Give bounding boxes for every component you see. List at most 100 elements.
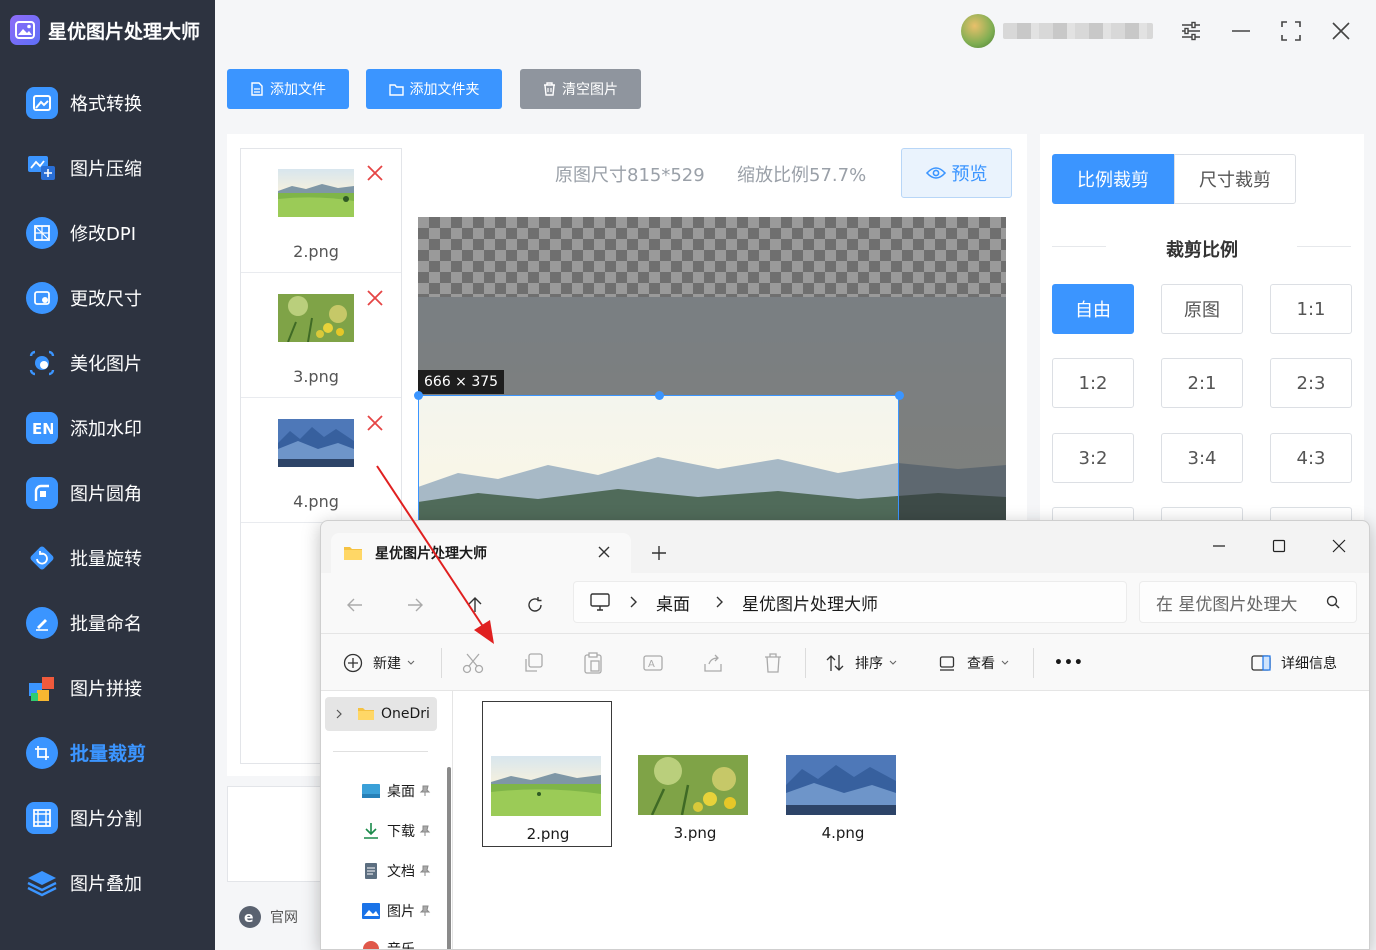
explorer-file-item[interactable]: 2.png [482, 701, 612, 847]
clear-images-button[interactable]: 清空图片 [520, 69, 641, 109]
ratio-1-1-button[interactable]: 1:1 [1270, 284, 1352, 334]
sidebar-item-watermark[interactable]: EN 添加水印 [0, 395, 215, 460]
close-icon[interactable] [1328, 18, 1354, 44]
sidebar-item-rename[interactable]: 批量命名 [0, 590, 215, 655]
tree-item-desktop[interactable]: 桌面 [361, 779, 431, 803]
refresh-icon[interactable] [521, 591, 549, 619]
scrollbar[interactable] [447, 767, 451, 949]
ratio-4-3-button[interactable]: 4:3 [1270, 433, 1352, 483]
clear-images-label: 清空图片 [562, 82, 618, 98]
sidebar-item-layers[interactable]: 图片叠加 [0, 850, 215, 915]
thumbnail-image [491, 756, 601, 816]
sidebar-item-format-convert[interactable]: 格式转换 [0, 70, 215, 135]
search-placeholder: 在 星优图片处理大 [1156, 594, 1298, 615]
breadcrumb-folder[interactable]: 星优图片处理大师 [742, 590, 878, 615]
sidebar-item-beautify[interactable]: 美化图片 [0, 330, 215, 395]
ratio-2-3-button[interactable]: 2:3 [1270, 358, 1352, 408]
address-bar[interactable]: 桌面 星优图片处理大师 [573, 581, 1127, 623]
tree-item-music[interactable]: 音乐 [361, 937, 415, 949]
sidebar-item-label: 图片分割 [70, 808, 142, 830]
delete-file-icon[interactable] [365, 163, 385, 183]
divider [805, 648, 806, 678]
delete-file-icon[interactable] [365, 288, 385, 308]
minimize-icon[interactable] [1228, 18, 1254, 44]
breadcrumb-desktop[interactable]: 桌面 [656, 590, 690, 615]
paste-icon[interactable] [582, 650, 604, 676]
tab-ratio-crop[interactable]: 比例裁剪 [1052, 154, 1174, 204]
file-list-item[interactable]: 4.png [241, 399, 401, 523]
delete-icon[interactable] [762, 650, 784, 676]
explorer-file-item[interactable]: 4.png [778, 701, 908, 847]
ratio-1-2-button[interactable]: 1:2 [1052, 358, 1134, 408]
ratio-2-1-button[interactable]: 2:1 [1161, 358, 1243, 408]
new-tab-icon[interactable] [651, 545, 667, 561]
tree-item-documents[interactable]: 文档 [361, 859, 431, 883]
sidebar-item-dpi[interactable]: 修改DPI [0, 200, 215, 265]
pictures-icon [361, 902, 381, 920]
pin-icon [419, 865, 431, 877]
tree-item-pictures[interactable]: 图片 [361, 899, 431, 923]
delete-file-icon[interactable] [365, 413, 385, 433]
ratio-3-2-button[interactable]: 3:2 [1052, 433, 1134, 483]
more-options-button[interactable]: ••• [1054, 650, 1084, 676]
sidebar-item-label: 批量裁剪 [70, 743, 147, 765]
sidebar-item-puzzle[interactable]: 图片拼接 [0, 655, 215, 720]
sidebar-item-compress[interactable]: 图片压缩 [0, 135, 215, 200]
divider [441, 648, 442, 678]
sidebar-item-round-corner[interactable]: 图片圆角 [0, 460, 215, 525]
add-folder-button[interactable]: 添加文件夹 [366, 69, 502, 109]
file-icon [250, 82, 264, 96]
forward-arrow-icon[interactable] [401, 591, 429, 619]
explorer-tab[interactable]: 星优图片处理大师 [331, 533, 631, 573]
user-account[interactable] [961, 14, 1153, 48]
eye-icon [925, 166, 946, 180]
details-button[interactable]: 详细信息 [1251, 650, 1337, 676]
sort-button[interactable]: 排序 [825, 650, 897, 676]
back-arrow-icon[interactable] [341, 591, 369, 619]
sidebar-item-split[interactable]: 图片分割 [0, 785, 215, 850]
copy-icon[interactable] [522, 650, 544, 676]
brand: 星优图片处理大师 [10, 12, 200, 48]
tree-item-downloads[interactable]: 下载 [361, 819, 431, 843]
crop-selection-box[interactable] [414, 391, 904, 523]
tab-size-crop[interactable]: 尺寸裁剪 [1174, 154, 1296, 204]
split-icon [26, 801, 58, 834]
crop-handle-top-right[interactable] [895, 391, 904, 400]
ratio-3-4-button[interactable]: 3:4 [1161, 433, 1243, 483]
official-site-link[interactable]: e 官网 [238, 905, 298, 929]
sidebar-item-rotate[interactable]: 批量旋转 [0, 525, 215, 590]
add-file-button[interactable]: 添加文件 [227, 69, 349, 109]
new-button[interactable]: 新建 [343, 650, 415, 676]
share-icon[interactable] [702, 650, 724, 676]
view-button[interactable]: 查看 [939, 650, 1009, 676]
tree-item-onedrive[interactable]: OneDri [335, 702, 430, 726]
explorer-maximize-icon[interactable] [1259, 531, 1299, 561]
crop-handle-top-left[interactable] [414, 391, 423, 400]
close-tab-icon[interactable] [597, 545, 611, 559]
file-list-item[interactable]: 2.png [241, 149, 401, 273]
ratio-free-button[interactable]: 自由 [1052, 284, 1134, 334]
chevron-down-icon [889, 660, 897, 666]
explorer-close-icon[interactable] [1319, 531, 1359, 561]
up-arrow-icon[interactable] [461, 591, 489, 619]
sidebar-item-resize[interactable]: 更改尺寸 [0, 265, 215, 330]
download-icon [361, 822, 381, 840]
tree-label: 桌面 [387, 784, 415, 800]
settings-sliders-icon[interactable] [1178, 18, 1204, 44]
rename-icon[interactable]: A [642, 650, 664, 676]
file-name: 4.png [293, 492, 339, 511]
file-list-item[interactable]: 3.png [241, 274, 401, 398]
file-name: 3.png [293, 367, 339, 386]
explorer-file-item[interactable]: 3.png [630, 701, 760, 847]
preview-button[interactable]: 预览 [901, 148, 1012, 198]
sidebar-item-crop[interactable]: 批量裁剪 [0, 720, 215, 785]
explorer-minimize-icon[interactable] [1199, 531, 1239, 561]
view-label: 查看 [967, 656, 995, 672]
maximize-icon[interactable] [1278, 18, 1304, 44]
ratio-original-button[interactable]: 原图 [1161, 284, 1243, 334]
crop-handle-top[interactable] [655, 391, 664, 400]
search-input[interactable]: 在 星优图片处理大 [1139, 581, 1357, 623]
cut-icon[interactable] [462, 650, 484, 676]
add-file-label: 添加文件 [270, 82, 326, 98]
music-icon [361, 940, 381, 949]
